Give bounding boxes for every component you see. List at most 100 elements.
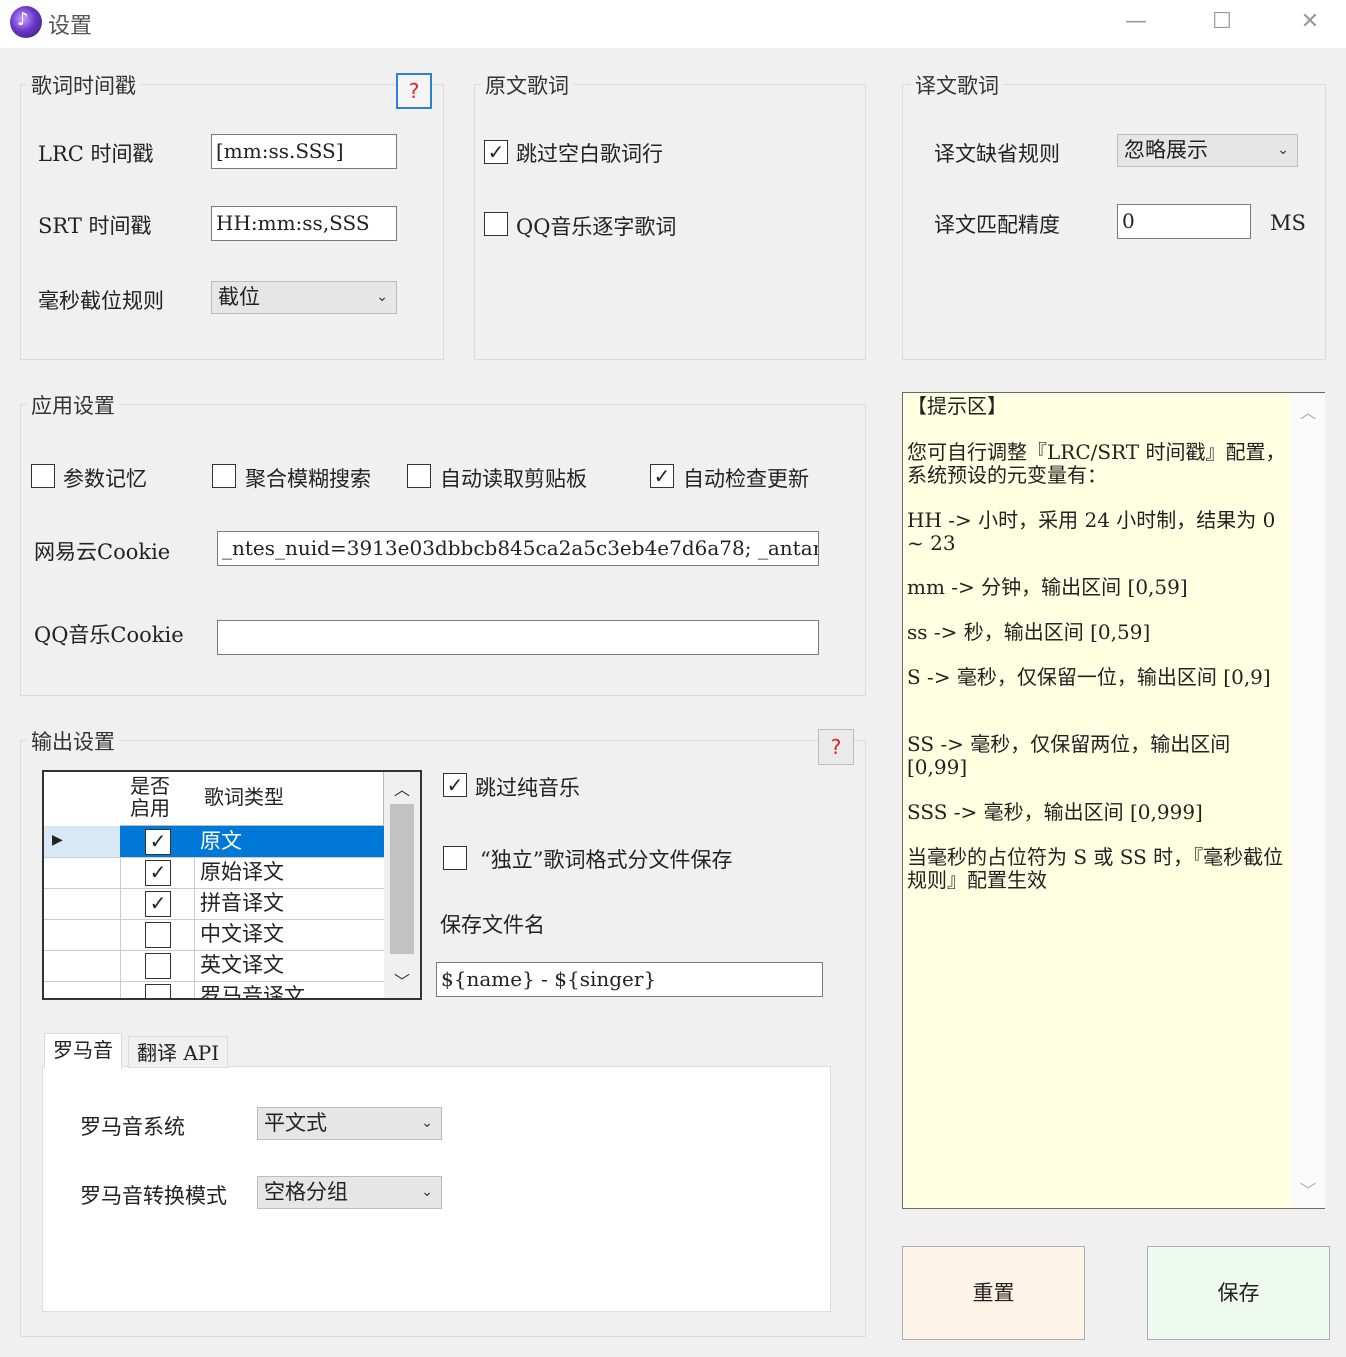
srt-timestamp-label: SRT 时间戳 xyxy=(38,214,152,238)
row-header[interactable] xyxy=(44,857,121,888)
qq-cookie-label: QQ音乐Cookie xyxy=(34,623,184,647)
ms-rule-label: 毫秒截位规则 xyxy=(38,289,164,313)
grid-enable-cell: ✓ xyxy=(120,888,195,919)
fuzzy-search-checkbox[interactable] xyxy=(212,464,236,488)
romaji-mode-select[interactable]: 空格分组 ⌄ xyxy=(257,1176,442,1209)
row-header[interactable]: ▶ xyxy=(44,826,121,857)
row-enable-checkbox[interactable]: ✓ xyxy=(145,891,171,917)
grid-type-cell: 原文 xyxy=(194,826,384,857)
row-enable-checkbox[interactable] xyxy=(145,922,171,948)
grid-type-cell: 中文译文 xyxy=(200,922,284,946)
romaji-system-label: 罗马音系统 xyxy=(80,1115,185,1139)
srt-timestamp-input[interactable]: HH:mm:ss,SSS xyxy=(211,206,397,241)
auto-clipboard-checkbox[interactable] xyxy=(407,464,431,488)
grid-row[interactable]: ✓ 拼音译文 xyxy=(44,888,384,920)
translation-lyrics-group-title: 译文歌词 xyxy=(911,70,1003,100)
minimize-icon[interactable]: — xyxy=(1116,6,1156,38)
grid-row[interactable]: ✓ 原始译文 xyxy=(44,857,384,889)
tab-romaji[interactable]: 罗马音 xyxy=(44,1033,122,1069)
netease-cookie-input[interactable]: _ntes_nuid=3913e03dbbcb845ca2a5c3eb4e7d6… xyxy=(217,531,819,566)
tips-scrollbar[interactable]: ︿ ﹀ xyxy=(1291,393,1325,1208)
row-enable-checkbox[interactable]: ✓ xyxy=(145,829,171,855)
translation-default-rule-value: 忽略展示 xyxy=(1124,138,1208,162)
qq-word-checkbox[interactable] xyxy=(484,212,508,236)
grid-type-cell: 拼音译文 xyxy=(200,891,284,915)
skip-pure-music-checkbox[interactable]: ✓ xyxy=(443,773,467,797)
grid-enable-cell: ✓ xyxy=(120,826,195,857)
grid-enable-header: 是否 启用 xyxy=(120,772,195,826)
grid-type-cell: 英文译文 xyxy=(200,953,284,977)
ms-rule-select[interactable]: 截位 ⌄ xyxy=(211,281,397,314)
chevron-down-icon: ⌄ xyxy=(421,1115,433,1131)
translation-precision-unit: MS xyxy=(1270,211,1306,235)
qq-word-label: QQ音乐逐字歌词 xyxy=(516,215,677,239)
fuzzy-search-label: 聚合模糊搜索 xyxy=(245,467,371,491)
grid-type-cell: 罗马音译文 xyxy=(200,984,305,1000)
translation-precision-input[interactable]: 0 xyxy=(1117,204,1251,239)
tips-line: SS -> 毫秒，仅保留两位，输出区间 [0,99] xyxy=(907,732,1231,779)
row-header[interactable] xyxy=(44,950,121,981)
tips-line: HH -> 小时，采用 24 小时制，结果为 0 ~ 23 xyxy=(907,508,1276,555)
grid-row[interactable]: ▶ ✓ 原文 xyxy=(44,826,384,858)
grid-corner-header xyxy=(44,772,122,827)
qq-cookie-input[interactable] xyxy=(217,620,819,655)
grid-row[interactable]: 中文译文 xyxy=(44,919,384,951)
ms-rule-value: 截位 xyxy=(218,285,260,309)
close-icon[interactable]: ✕ xyxy=(1290,6,1330,38)
lrc-timestamp-input[interactable]: [mm:ss.SSS] xyxy=(211,134,397,169)
filename-input[interactable]: ${name} - ${singer} xyxy=(436,962,823,997)
scroll-up-icon[interactable]: ︿ xyxy=(394,776,410,800)
romaji-system-select[interactable]: 平文式 ⌄ xyxy=(257,1107,442,1140)
skip-pure-music-label: 跳过纯音乐 xyxy=(475,776,580,800)
output-help-button[interactable]: ? xyxy=(818,729,854,765)
window-title: 设置 xyxy=(48,14,93,39)
app-settings-group-title: 应用设置 xyxy=(27,390,119,420)
row-enable-checkbox[interactable]: ✓ xyxy=(145,860,171,886)
translation-default-rule-select[interactable]: 忽略展示 ⌄ xyxy=(1117,134,1298,167)
tips-line: 当毫秒的占位符为 S 或 SS 时，『毫秒截位规则』配置生效 xyxy=(907,845,1284,892)
grid-row[interactable]: 罗马音译文 xyxy=(44,981,384,1000)
timestamp-help-button[interactable]: ? xyxy=(396,73,432,109)
row-enable-checkbox[interactable] xyxy=(145,953,171,979)
param-memory-checkbox[interactable] xyxy=(31,464,55,488)
separate-files-checkbox[interactable] xyxy=(443,846,467,870)
auto-update-checkbox[interactable]: ✓ xyxy=(650,464,674,488)
grid-enable-cell: ✓ xyxy=(120,857,195,888)
save-button[interactable]: 保存 xyxy=(1147,1246,1330,1340)
app-logo-icon: ♪ xyxy=(10,6,42,38)
row-pointer-icon: ▶ xyxy=(52,832,63,848)
grid-scrollbar[interactable]: ︿ ﹀ xyxy=(384,772,420,998)
scroll-thumb[interactable] xyxy=(390,804,414,954)
grid-row[interactable]: 英文译文 xyxy=(44,950,384,982)
lrc-timestamp-label: LRC 时间戳 xyxy=(38,142,154,166)
tips-line: 您可自行调整『LRC/SRT 时间戳』配置，系统预设的元变量有： xyxy=(907,440,1286,487)
scroll-down-icon[interactable]: ﹀ xyxy=(1300,1177,1316,1201)
auto-update-label: 自动检查更新 xyxy=(683,467,809,491)
timestamp-group-title: 歌词时间戳 xyxy=(27,70,140,100)
grid-enable-cell xyxy=(120,981,195,998)
param-memory-label: 参数记忆 xyxy=(63,467,147,491)
reset-button[interactable]: 重置 xyxy=(902,1246,1085,1340)
row-header[interactable] xyxy=(44,919,121,950)
tips-title: 【提示区】 xyxy=(907,394,1007,418)
scroll-up-icon[interactable]: ︿ xyxy=(1300,399,1316,423)
chevron-down-icon: ⌄ xyxy=(421,1184,433,1200)
skip-blank-checkbox[interactable]: ✓ xyxy=(484,140,508,164)
maximize-icon[interactable]: ☐ xyxy=(1202,6,1242,38)
grid-enable-cell xyxy=(120,919,195,950)
row-enable-checkbox[interactable] xyxy=(145,984,171,998)
row-header[interactable] xyxy=(44,888,121,919)
romaji-mode-value: 空格分组 xyxy=(264,1180,348,1204)
tips-line: ss -> 秒，输出区间 [0,59] xyxy=(907,620,1151,644)
tips-textarea[interactable]: 【提示区】 您可自行调整『LRC/SRT 时间戳』配置，系统预设的元变量有： H… xyxy=(902,392,1325,1209)
netease-cookie-label: 网易云Cookie xyxy=(34,540,171,564)
scroll-down-icon[interactable]: ﹀ xyxy=(394,968,410,992)
chevron-down-icon: ⌄ xyxy=(376,289,388,305)
tips-line: S -> 毫秒，仅保留一位，输出区间 [0,9] xyxy=(907,665,1271,689)
row-header[interactable] xyxy=(44,981,121,998)
romaji-system-value: 平文式 xyxy=(264,1111,327,1135)
tab-translate-api[interactable]: 翻译 API xyxy=(128,1036,229,1068)
lyrics-type-grid[interactable]: 是否 启用 歌词类型 ▶ ✓ 原文 ✓ 原始译文 ✓ 拼音译文中文译文英文译文罗马音译文 xyxy=(42,770,422,1000)
grid-type-header: 歌词类型 xyxy=(194,772,384,826)
grid-enable-cell xyxy=(120,950,195,981)
